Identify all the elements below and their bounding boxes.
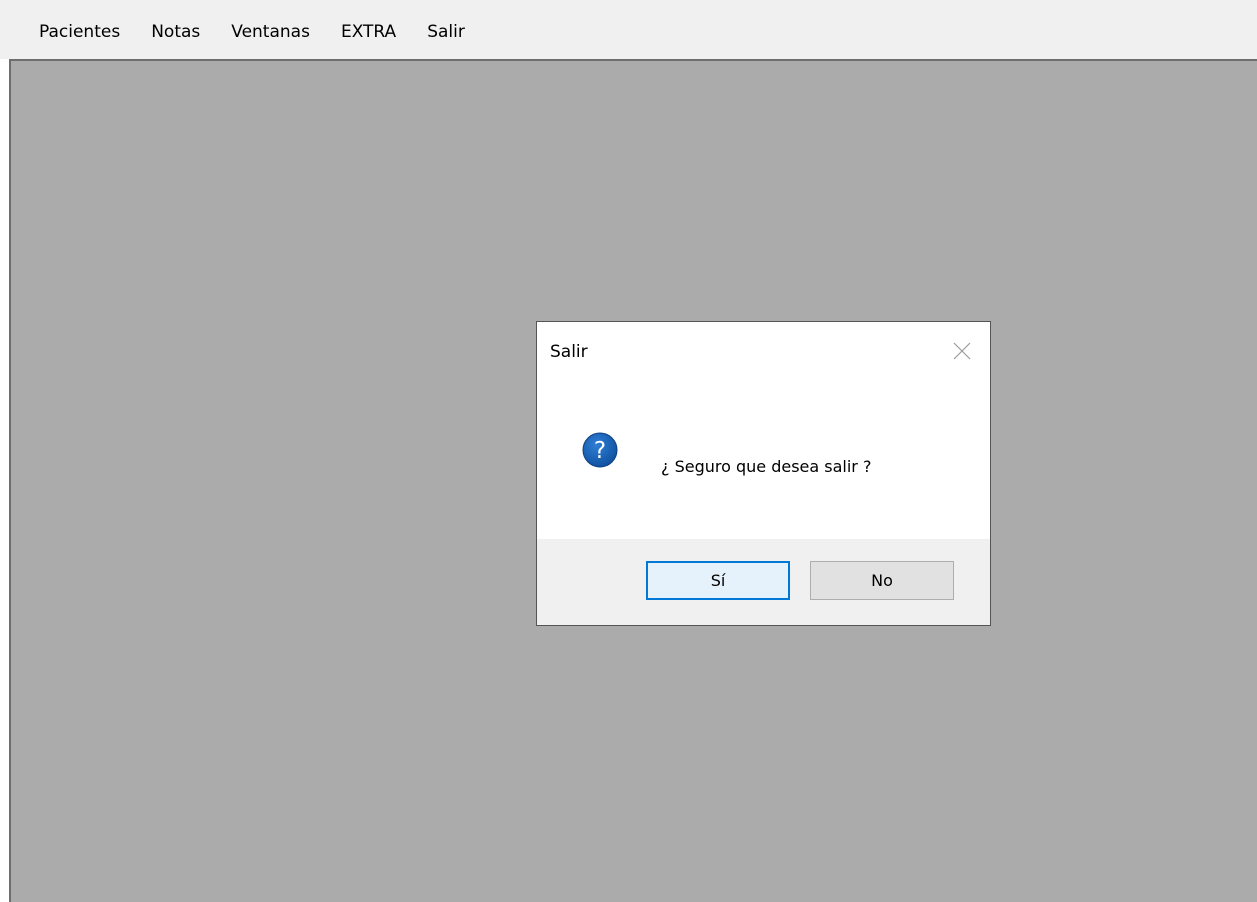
no-button[interactable]: No (810, 561, 954, 600)
menu-items: Pacientes Notas Ventanas EXTRA Salir (30, 20, 487, 44)
close-icon[interactable] (951, 340, 973, 362)
dialog-message: ¿ Seguro que desea salir ? (661, 457, 872, 476)
menu-bar: Pacientes Notas Ventanas EXTRA Salir (0, 0, 1257, 59)
menu-extra[interactable]: EXTRA (332, 20, 405, 44)
menu-notas[interactable]: Notas (142, 20, 209, 44)
exit-dialog: Salir ? ¿ Seguro que desea salir ? Sí No (536, 321, 991, 626)
dialog-footer: Sí No (537, 539, 990, 625)
dialog-title: Salir (550, 342, 588, 362)
yes-button[interactable]: Sí (646, 561, 790, 600)
menu-salir[interactable]: Salir (418, 20, 474, 44)
svg-text:?: ? (594, 438, 606, 464)
menu-ventanas[interactable]: Ventanas (222, 20, 319, 44)
dialog-body: ? ¿ Seguro que desea salir ? (537, 382, 990, 539)
question-icon: ? (582, 432, 618, 468)
menu-pacientes[interactable]: Pacientes (30, 20, 129, 44)
